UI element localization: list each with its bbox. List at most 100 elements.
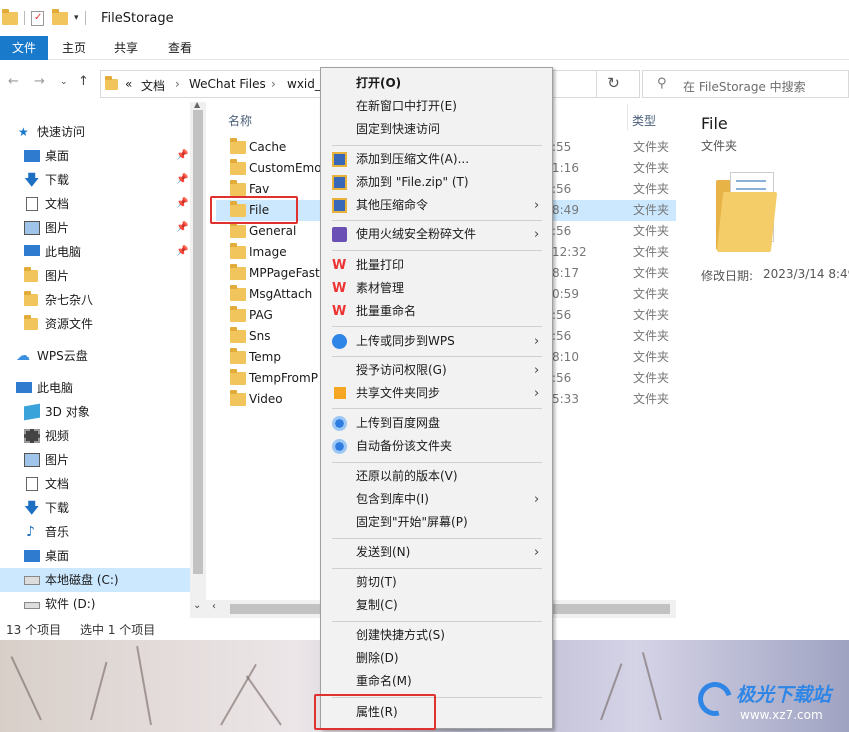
customize-toolbar-icon[interactable]: ▾ [74, 13, 79, 23]
folder-icon [230, 348, 246, 364]
properties-check-icon[interactable]: ✓ [31, 10, 44, 26]
folder-icon [230, 306, 246, 322]
recent-locations-icon[interactable]: ⌄ [60, 77, 68, 87]
nav-this-pc[interactable]: 此电脑 [0, 376, 190, 400]
folder-icon [24, 267, 38, 282]
nav-software-d[interactable]: 软件 (D:) [0, 592, 190, 616]
column-name[interactable]: 名称 [228, 112, 252, 129]
menu-copy[interactable]: 复制(C) [322, 594, 552, 617]
search-box[interactable]: ⚲ 在 FileStorage 中搜索 [642, 70, 849, 98]
file-type: 文件夹 [633, 266, 670, 280]
pin-icon[interactable]: 📌 [176, 144, 188, 168]
menu-pin-start[interactable]: 固定到"开始"屏幕(P) [322, 511, 552, 534]
menu-send-to[interactable]: 发送到(N) › [322, 541, 552, 564]
nav-local-disk-c[interactable]: 本地磁盘 (C:) [0, 568, 190, 592]
menu-more-compression[interactable]: 其他压缩命令 › [322, 194, 552, 217]
drive-icon [24, 602, 40, 609]
folder-icon [230, 243, 246, 259]
menu-upload-wps[interactable]: 上传或同步到WPS › [322, 330, 552, 353]
menu-open[interactable]: 打开(O) [322, 72, 552, 95]
download-icon: 🡇 [24, 499, 40, 517]
nav-3d-objects[interactable]: 3D 对象 [0, 400, 190, 424]
menu-batch-print[interactable]: W 批量打印 [322, 254, 552, 277]
menu-rename[interactable]: 重命名(M) [322, 670, 552, 693]
baidu-cloud-icon [332, 416, 347, 431]
menu-grant-access[interactable]: 授予访问权限(G) › [322, 359, 552, 382]
submenu-arrow-icon: › [534, 363, 540, 378]
nav-videos[interactable]: 视频 [0, 424, 190, 448]
menu-label: 在新窗口中打开(E) [356, 99, 457, 113]
folder-icon [230, 264, 246, 280]
refresh-icon[interactable]: ↻ [596, 70, 630, 98]
nav-resources-folder[interactable]: 资源文件 [0, 312, 190, 336]
scroll-down-icon[interactable]: ⌄ [193, 600, 201, 611]
file-name: Cache [249, 140, 287, 154]
nav-this-pc-quick[interactable]: 此电脑 📌 [0, 240, 190, 264]
details-pane: File 文件夹 修改日期: 2023/3/14 8:49 [676, 100, 849, 620]
menu-open-new-window[interactable]: 在新窗口中打开(E) [322, 95, 552, 118]
scroll-left-icon[interactable]: ‹ [212, 601, 216, 612]
pin-icon[interactable]: 📌 [176, 192, 188, 216]
tab-view[interactable]: 查看 [158, 36, 202, 60]
menu-upload-baidu[interactable]: 上传到百度网盘 [322, 412, 552, 435]
pin-icon[interactable]: 📌 [176, 216, 188, 240]
forward-arrow-icon[interactable]: → [34, 74, 45, 89]
tab-share[interactable]: 共享 [104, 36, 148, 60]
menu-delete[interactable]: 删除(D) [322, 647, 552, 670]
menu-include-library[interactable]: 包含到库中(I) › [322, 488, 552, 511]
folder-icon [230, 390, 246, 406]
tab-file[interactable]: 文件 [0, 36, 48, 60]
menu-add-to-zip[interactable]: 添加到 "File.zip" (T) [322, 171, 552, 194]
nav-pc-desktop[interactable]: 桌面 [0, 544, 190, 568]
breadcrumb-documents[interactable]: 文档 [141, 77, 165, 94]
nav-quick-access[interactable]: ★ 快速访问 [0, 120, 190, 144]
archive-icon [332, 175, 347, 190]
menu-batch-rename[interactable]: W 批量重命名 [322, 300, 552, 323]
file-date: 8:10 [552, 350, 579, 364]
menu-huorong-shred[interactable]: 使用火绒安全粉碎文件 › [322, 223, 552, 246]
menu-label: 创建快捷方式(S) [356, 628, 445, 642]
nav-pc-downloads[interactable]: 🡇 下载 [0, 496, 190, 520]
nav-documents[interactable]: 文档 📌 [0, 192, 190, 216]
folder-icon [230, 327, 246, 343]
pin-icon[interactable]: 📌 [176, 168, 188, 192]
menu-asset-management[interactable]: W 素材管理 [322, 277, 552, 300]
nav-pc-pictures[interactable]: 图片 [0, 448, 190, 472]
nav-scrollbar[interactable]: ▲ ⌄ [190, 100, 206, 618]
column-type[interactable]: 类型 [632, 112, 656, 129]
tab-home[interactable]: 主页 [52, 36, 96, 60]
back-arrow-icon[interactable]: ← [8, 74, 19, 89]
breadcrumb-wxid[interactable]: wxid_ [287, 77, 321, 91]
nav-pc-documents[interactable]: 文档 [0, 472, 190, 496]
scrollbar-thumb[interactable] [193, 110, 203, 574]
nav-downloads[interactable]: 🡇 下载 📌 [0, 168, 190, 192]
nav-misc-folder[interactable]: 杂七杂八 [0, 288, 190, 312]
folder-icon [230, 180, 246, 196]
menu-create-shortcut[interactable]: 创建快捷方式(S) [322, 624, 552, 647]
menu-cut[interactable]: 剪切(T) [322, 571, 552, 594]
nav-music[interactable]: ♪ 音乐 [0, 520, 190, 544]
file-name: Temp [249, 350, 281, 364]
menu-label: 使用火绒安全粉碎文件 [356, 227, 477, 241]
folder-icon [230, 222, 246, 238]
highlight-file-row [210, 196, 298, 224]
nav-pictures[interactable]: 图片 📌 [0, 216, 190, 240]
breadcrumb-overflow[interactable]: « [125, 77, 132, 91]
nav-desktop[interactable]: 桌面 📌 [0, 144, 190, 168]
menu-auto-backup[interactable]: 自动备份该文件夹 [322, 435, 552, 458]
title-bar: ✓ ▾ FileStorage [0, 0, 849, 36]
ribbon: 文件 主页 共享 查看 [0, 36, 849, 60]
window-title: FileStorage [101, 11, 174, 26]
computer-icon [24, 245, 40, 256]
breadcrumb-wechat-files[interactable]: WeChat Files [189, 77, 266, 91]
new-folder-icon[interactable] [52, 8, 68, 25]
menu-restore-versions[interactable]: 还原以前的版本(V) [322, 465, 552, 488]
menu-pin-quick-access[interactable]: 固定到快速访问 [322, 118, 552, 141]
menu-add-to-archive[interactable]: 添加到压缩文件(A)... [322, 148, 552, 171]
nav-pictures-folder[interactable]: 图片 [0, 264, 190, 288]
scroll-up-icon[interactable]: ▲ [194, 100, 200, 109]
nav-wps-cloud[interactable]: ☁ WPS云盘 [0, 344, 190, 368]
menu-shared-folder-sync[interactable]: 共享文件夹同步 › [322, 382, 552, 405]
up-arrow-icon[interactable]: ↑ [78, 74, 89, 89]
pin-icon[interactable]: 📌 [176, 240, 188, 264]
